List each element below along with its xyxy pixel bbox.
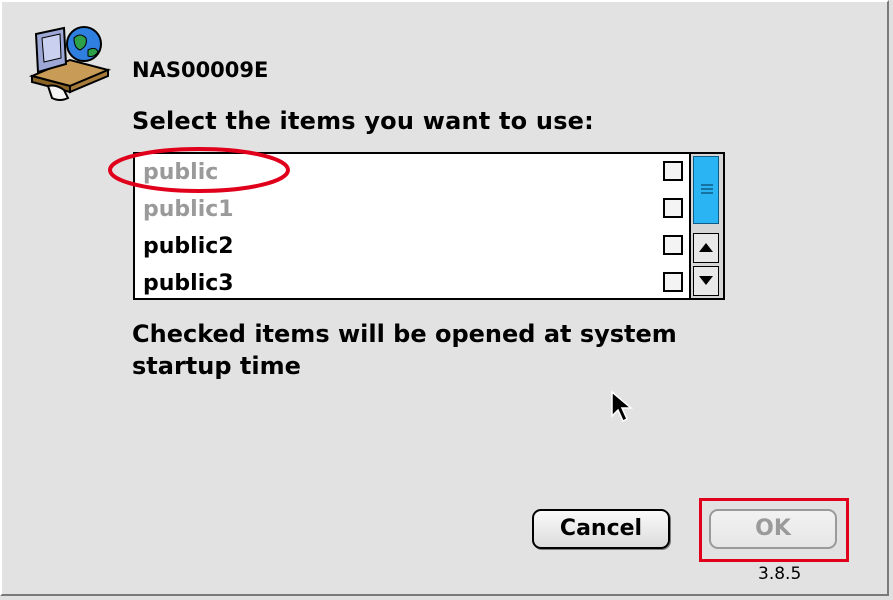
startup-checkbox[interactable] bbox=[663, 272, 683, 292]
list-scrollbar[interactable] bbox=[689, 154, 723, 298]
startup-checkbox[interactable] bbox=[663, 161, 683, 181]
scrollbar-thumb[interactable] bbox=[693, 156, 719, 224]
arrow-down-icon bbox=[699, 276, 713, 285]
server-select-dialog: NAS00009E Select the items you want to u… bbox=[0, 0, 889, 596]
grip-icon bbox=[701, 184, 713, 194]
network-server-icon bbox=[28, 26, 112, 101]
startup-note: Checked items will be opened at system s… bbox=[132, 320, 677, 380]
startup-checkbox[interactable] bbox=[663, 198, 683, 218]
select-items-prompt: Select the items you want to use: bbox=[132, 107, 594, 135]
version-label: 3.8.5 bbox=[758, 564, 802, 584]
arrow-cursor-icon bbox=[611, 390, 634, 423]
annotation-box bbox=[699, 498, 849, 562]
list-item-public3[interactable]: public3 bbox=[135, 265, 689, 302]
list-item-public1[interactable]: public1 bbox=[135, 191, 689, 228]
arrow-up-icon bbox=[699, 243, 713, 252]
list-item-label: public3 bbox=[143, 271, 234, 296]
cancel-button[interactable]: Cancel bbox=[532, 509, 670, 549]
startup-checkbox[interactable] bbox=[663, 235, 683, 255]
scroll-up-button[interactable] bbox=[693, 233, 719, 263]
list-item-label: public2 bbox=[143, 234, 234, 259]
list-item-label: public1 bbox=[143, 197, 234, 222]
server-name: NAS00009E bbox=[132, 58, 269, 82]
scroll-down-button[interactable] bbox=[693, 266, 719, 296]
annotation-ellipse bbox=[108, 147, 290, 193]
list-item-public2[interactable]: public2 bbox=[135, 228, 689, 265]
